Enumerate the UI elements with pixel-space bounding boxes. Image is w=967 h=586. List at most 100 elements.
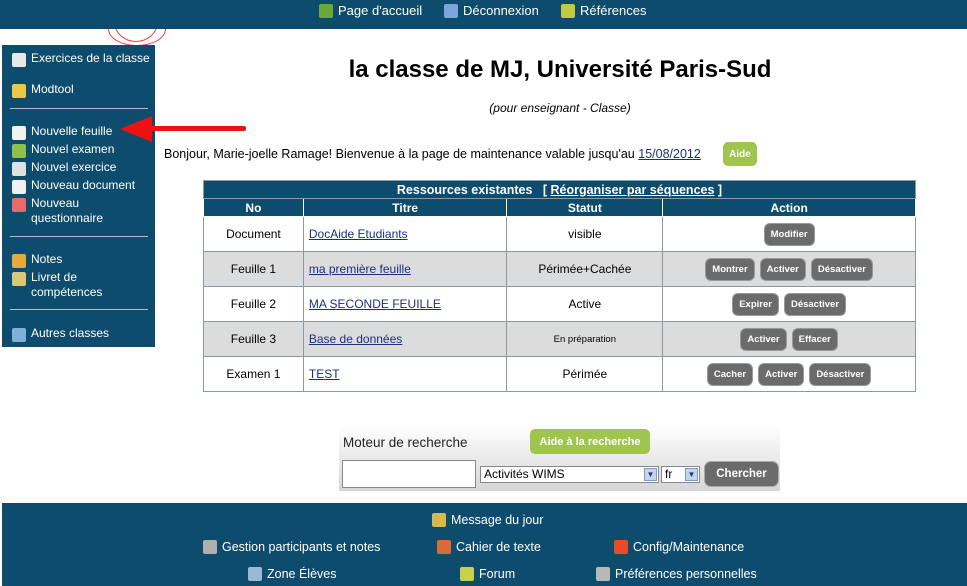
student-zone-icon (248, 567, 262, 581)
row-status: visible (506, 216, 664, 252)
sidebar-item-label: Modtool (31, 82, 74, 96)
notes-icon (12, 254, 26, 268)
table-row: Document DocAide Etudiants visible Modif… (203, 216, 916, 252)
delete-button[interactable]: Effacer (792, 328, 837, 350)
expiry-date-link[interactable]: 15/08/2012 (638, 147, 701, 161)
modify-button[interactable]: Modifier (764, 223, 814, 245)
sidebar: Exercices de la classe Modtool Nouvelle … (2, 45, 155, 347)
sidebar-item-exercises[interactable]: Exercices de la classe (12, 51, 150, 67)
participants-icon (203, 540, 217, 554)
activate-button[interactable]: Activer (760, 258, 805, 280)
warning-icon (614, 540, 628, 554)
home-link-label: Page d'accueil (338, 3, 423, 18)
show-button[interactable]: Montrer (706, 258, 754, 280)
search-help-button[interactable]: Aide à la recherche (530, 429, 650, 454)
student-zone-link[interactable]: Zone Élèves (248, 567, 336, 581)
personal-preferences-link[interactable]: Préférences personnelles (596, 567, 757, 581)
activate-button[interactable]: Activer (741, 328, 786, 350)
other-classes-icon (12, 328, 26, 342)
table-caption-label: Ressources existantes (396, 182, 533, 197)
language-value: fr (665, 467, 673, 481)
message-icon (432, 513, 446, 527)
table-row: Feuille 3 Base de données En préparation… (203, 321, 916, 357)
red-arrow-shaft (146, 126, 246, 131)
row-status: Active (506, 286, 664, 322)
config-maintenance-link[interactable]: Config/Maintenance (614, 540, 744, 554)
deactivate-button[interactable]: Désactiver (784, 293, 846, 315)
sidebar-item-label: Nouvelle feuille (31, 124, 113, 138)
sidebar-item-label: Autres classes (31, 326, 110, 340)
text-book-icon (437, 540, 451, 554)
page-title: la classe de MJ, Université Paris-Sud (348, 56, 772, 83)
sidebar-item-modtool[interactable]: Modtool (12, 82, 74, 98)
row-no: Feuille 1 (203, 251, 304, 287)
page-subtitle: (pour enseignant - Classe) (489, 101, 631, 115)
column-header-status: Statut (506, 198, 664, 217)
skills-booklet-icon (12, 272, 26, 286)
preferences-icon (596, 567, 610, 581)
new-exam-icon (12, 144, 26, 158)
activate-button[interactable]: Activer (759, 363, 804, 385)
forum-link[interactable]: Forum (460, 567, 515, 581)
help-button[interactable]: Aide (723, 142, 757, 166)
logout-link-label: Déconnexion (463, 3, 539, 18)
sidebar-divider (10, 108, 148, 109)
new-document-icon (12, 180, 26, 194)
column-header-title: Titre (302, 198, 508, 217)
column-header-action: Action (662, 198, 916, 217)
deactivate-button[interactable]: Désactiver (810, 363, 871, 385)
expire-button[interactable]: Expirer (733, 293, 778, 315)
search-scope-select[interactable]: Activités WIMS ▼ (480, 466, 659, 483)
sidebar-item-other-classes[interactable]: Autres classes (12, 326, 109, 342)
sidebar-item-new-questionnaire[interactable]: Nouveau questionnaire (12, 196, 132, 226)
references-icon (561, 3, 575, 18)
sidebar-item-new-sheet[interactable]: Nouvelle feuille (12, 124, 112, 140)
resources-table: Ressources existantes [ Réorganiser par … (203, 180, 916, 392)
new-exercise-icon (12, 162, 26, 176)
row-status: Périmée+Cachée (506, 251, 664, 287)
text-book-link[interactable]: Cahier de texte (437, 540, 541, 554)
logout-link[interactable]: Déconnexion (444, 3, 539, 18)
sidebar-item-label: Exercices de la classe (31, 51, 150, 65)
table-row: Feuille 1 ma première feuille Périmée+Ca… (203, 251, 916, 287)
footer-link-label: Message du jour (451, 513, 544, 527)
footer-link-label: Forum (479, 567, 516, 581)
deactivate-button[interactable]: Désactiver (811, 258, 872, 280)
row-title-link[interactable]: TEST (309, 367, 340, 381)
sidebar-item-notes[interactable]: Notes (12, 252, 62, 268)
table-caption: Ressources existantes [ Réorganiser par … (203, 180, 916, 199)
references-link[interactable]: Références (561, 3, 646, 18)
welcome-text: Bonjour, Marie-joelle Ramage! Bienvenue … (164, 147, 635, 161)
sidebar-item-new-exam[interactable]: Nouvel examen (12, 142, 114, 158)
row-status: Périmée (506, 356, 664, 392)
row-title-link[interactable]: DocAide Etudiants (309, 227, 408, 241)
footer-link-label: Préférences personnelles (615, 567, 757, 581)
language-select[interactable]: fr ▼ (661, 466, 700, 483)
sidebar-item-skills-booklet[interactable]: Livret de compétences (12, 270, 127, 300)
search-engine-label: Moteur de recherche (343, 435, 468, 450)
row-title-link[interactable]: MA SECONDE FEUILLE (309, 297, 441, 311)
hide-button[interactable]: Cacher (707, 363, 753, 385)
table-row: Feuille 2 MA SECONDE FEUILLE Active Expi… (203, 286, 916, 322)
sidebar-item-label: Nouvel examen (31, 142, 115, 156)
message-of-the-day-link[interactable]: Message du jour (432, 513, 543, 527)
column-header-no: No (203, 198, 304, 217)
footer-link-label: Config/Maintenance (633, 540, 745, 554)
sidebar-item-new-document[interactable]: Nouveau document (12, 178, 135, 194)
search-button[interactable]: Chercher (705, 462, 778, 486)
search-input[interactable] (342, 460, 476, 488)
sidebar-item-label: Livret de compétences (31, 270, 103, 299)
home-link[interactable]: Page d'accueil (319, 3, 422, 18)
reorganize-link[interactable]: Réorganiser par séquences (550, 183, 714, 197)
search-engine-panel: Moteur de recherche Aide à la recherche … (339, 425, 780, 491)
row-no: Document (203, 216, 304, 252)
row-title-link[interactable]: ma première feuille (309, 262, 411, 276)
row-title-link[interactable]: Base de données (309, 332, 402, 346)
sidebar-divider (10, 236, 148, 237)
modtool-icon (12, 84, 26, 98)
sidebar-item-new-exercise[interactable]: Nouvel exercice (12, 160, 116, 176)
logout-icon (444, 3, 458, 18)
sidebar-divider (10, 309, 148, 310)
sidebar-item-label: Nouveau questionnaire (31, 196, 104, 225)
manage-participants-link[interactable]: Gestion participants et notes (203, 540, 380, 554)
